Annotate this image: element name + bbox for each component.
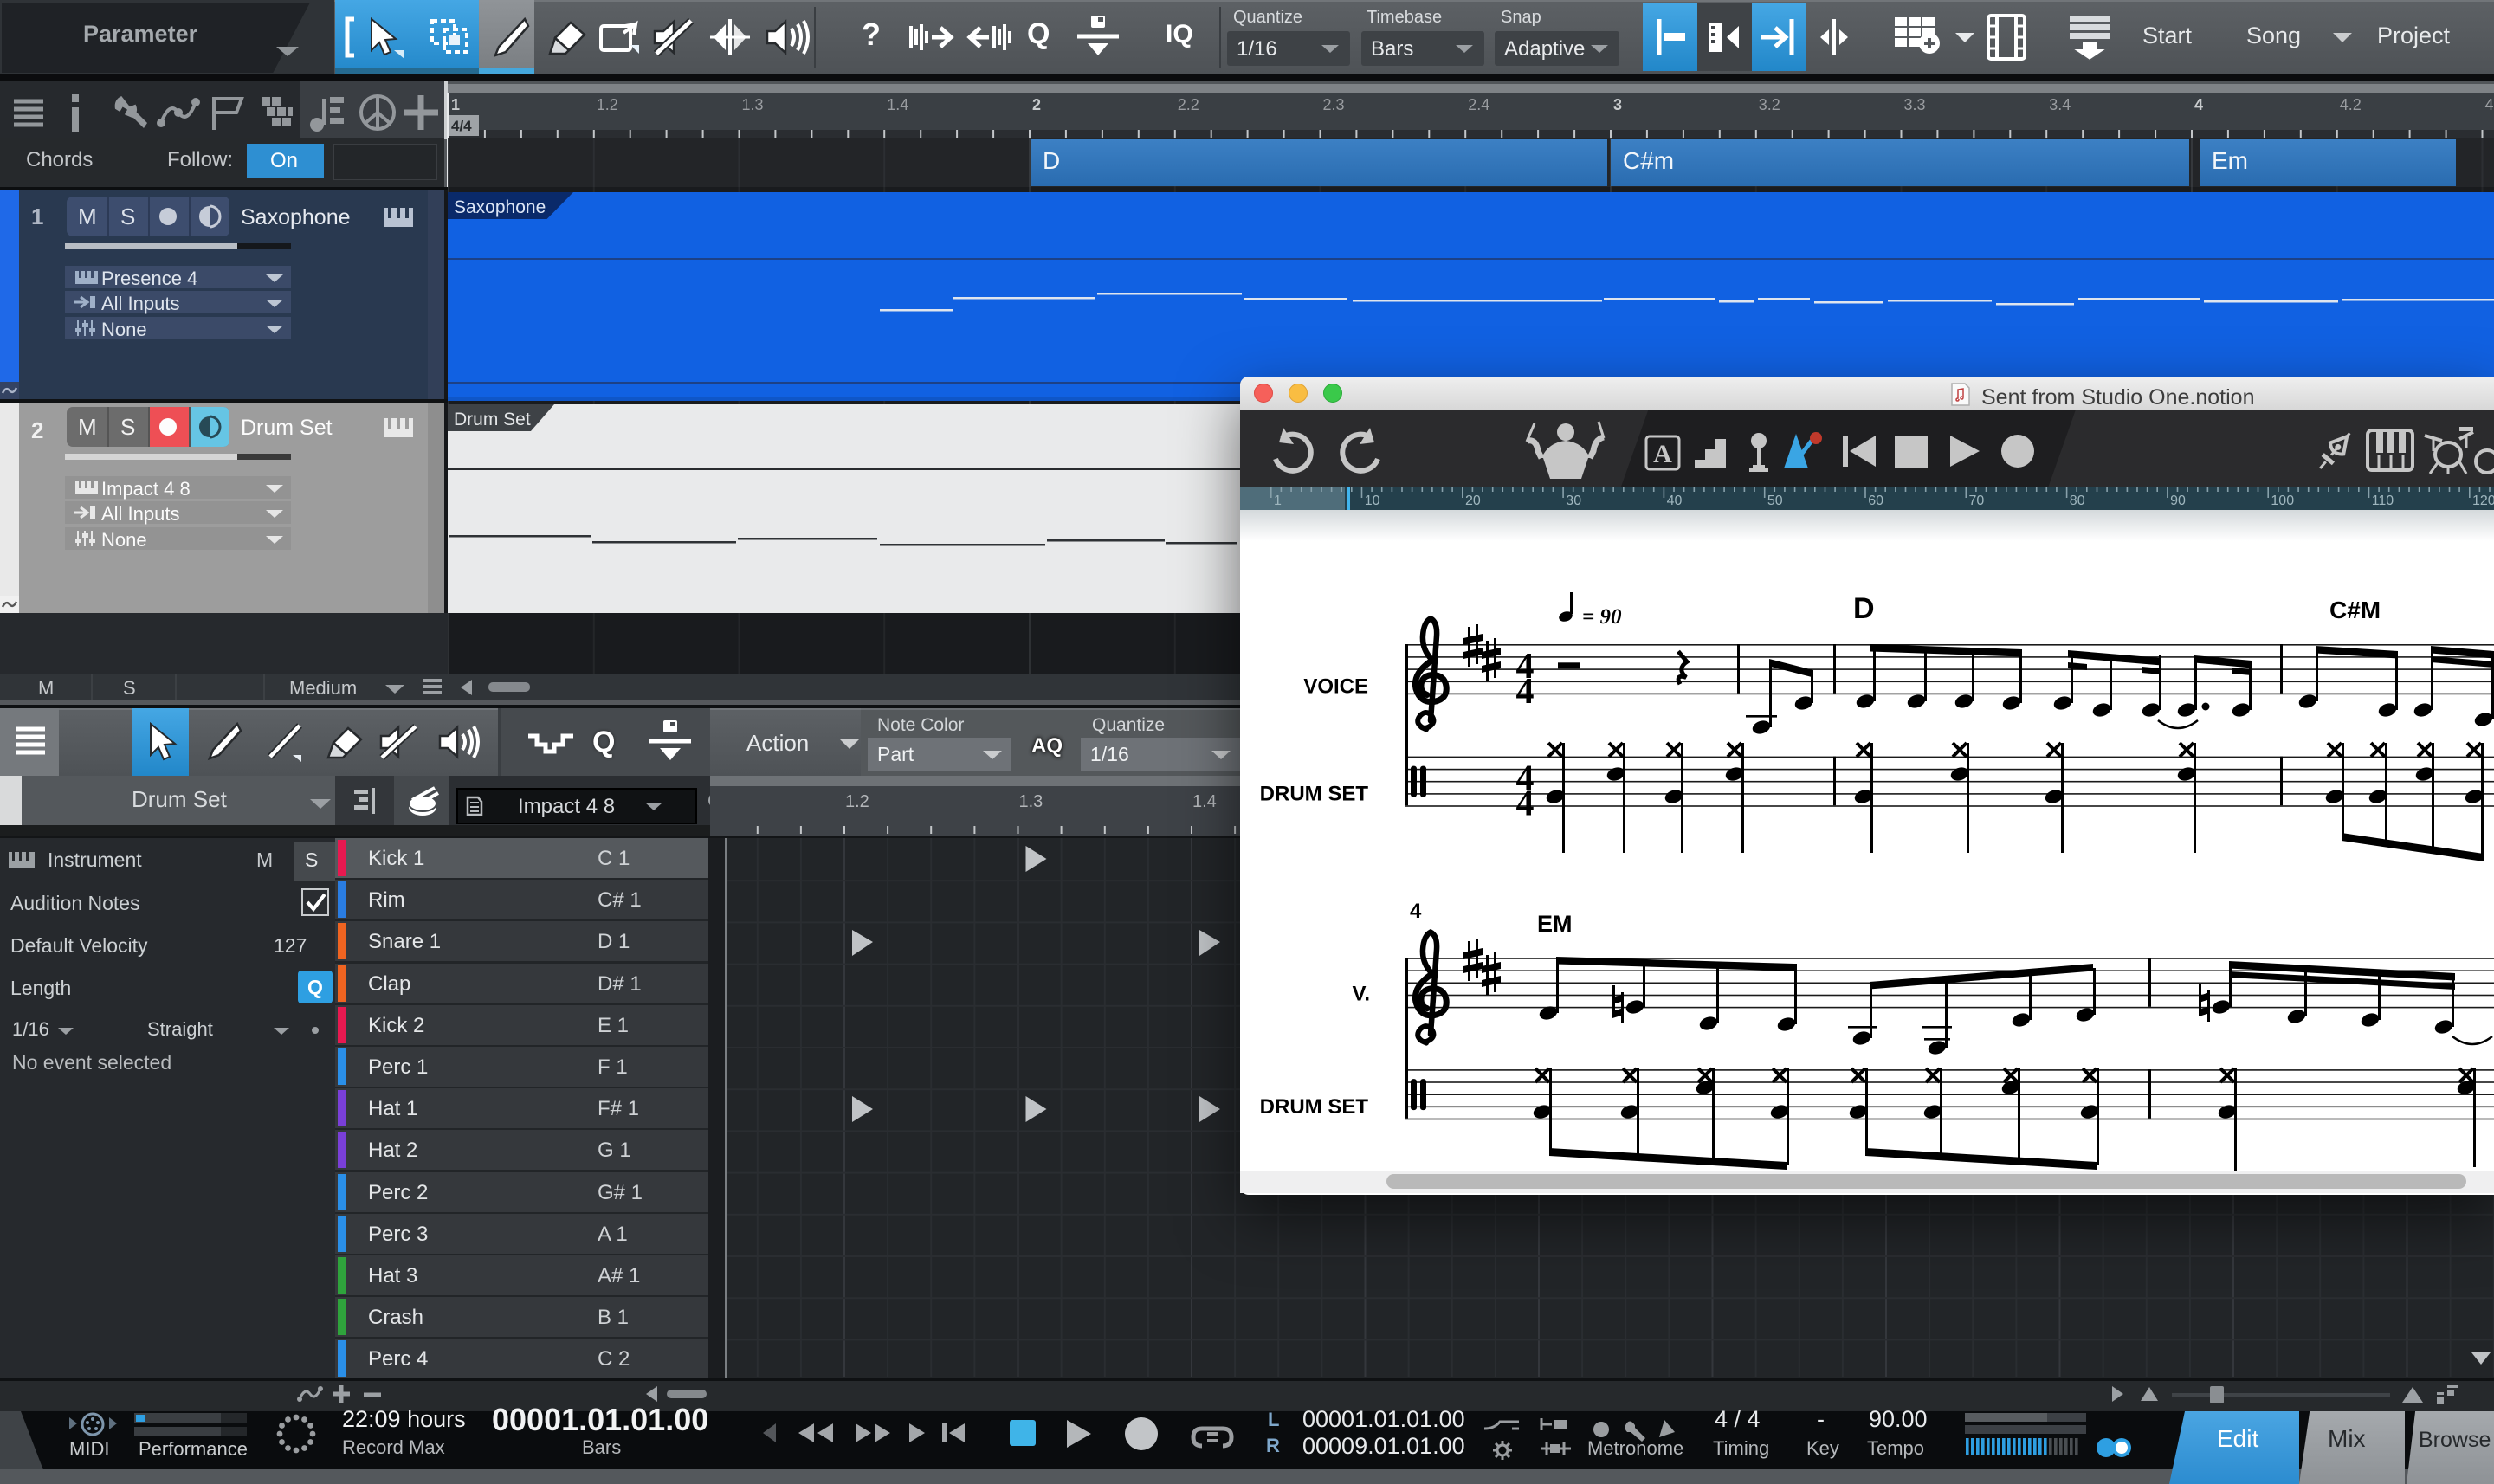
svg-text:= 90: = 90: [1582, 605, 1622, 629]
svg-text:EM: EM: [1537, 911, 1573, 937]
svg-text:DRUM SET: DRUM SET: [1260, 783, 1369, 806]
svg-text:4: 4: [1516, 672, 1535, 712]
svg-text:VOICE: VOICE: [1303, 675, 1368, 699]
svg-text:V.: V.: [1353, 983, 1370, 1006]
svg-text:4: 4: [1516, 784, 1535, 824]
svg-text:4: 4: [1410, 900, 1422, 923]
svg-text:D: D: [1853, 592, 1875, 625]
svg-text:C#M: C#M: [2329, 597, 2381, 623]
svg-text:DRUM SET: DRUM SET: [1260, 1095, 1369, 1119]
